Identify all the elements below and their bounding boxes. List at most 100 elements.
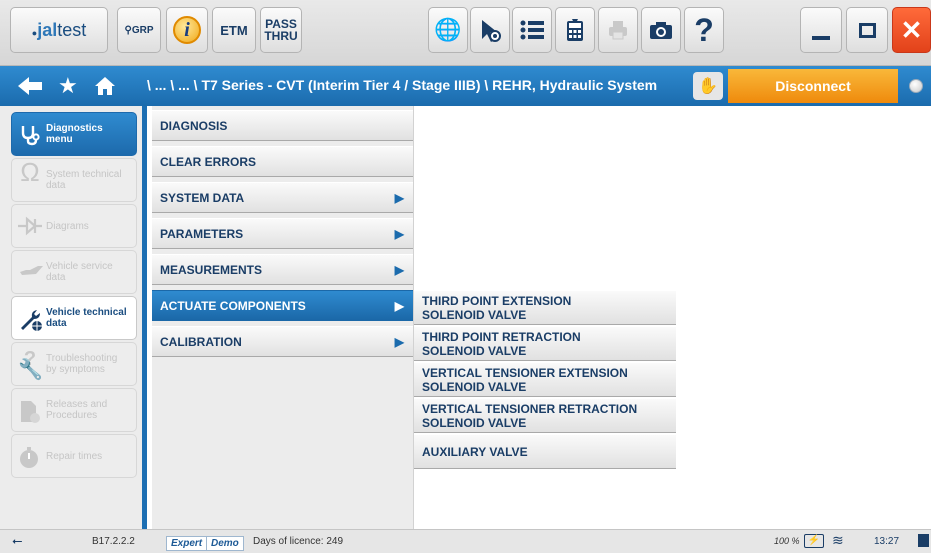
menu-item-actuate-components[interactable]: ACTUATE COMPONENTS ▶ [152, 290, 413, 321]
battery-level-label: 100 % [774, 536, 800, 546]
submenu-arrow-icon: ▶ [394, 191, 404, 205]
diagnostics-menu: DIAGNOSIS CLEAR ERRORS SYSTEM DATA ▶ PARA… [152, 106, 414, 529]
sidebar-item-troubleshooting[interactable]: ?🔧 Troubleshooting by symptoms [11, 342, 137, 386]
close-button[interactable]: ✕ [892, 7, 931, 53]
info-label: i [184, 18, 190, 41]
diode-icon [18, 216, 42, 238]
navigation-bar: ★ \ ... \ ... \ T7 Series - CVT (Interim… [0, 66, 931, 106]
sidebar-item-system-technical-data[interactable]: Ω System technical data [11, 158, 137, 202]
menu-item-label: MEASUREMENTS [160, 263, 263, 277]
connection-status-indicator [909, 79, 923, 93]
menu-item-clear-errors[interactable]: CLEAR ERRORS [152, 146, 413, 177]
sidebar-item-vehicle-service-data[interactable]: Vehicle service data [11, 250, 137, 294]
submenu-item-label: SOLENOID VALVE [422, 416, 527, 430]
stopwatch-icon [18, 446, 42, 468]
pass-thru-button[interactable]: PASS THRU [260, 7, 302, 53]
logo-bold-text: jal [37, 19, 58, 40]
status-bar: ⭠ B17.2.2.2 Expert Demo Days of licence:… [0, 529, 931, 553]
sidebar-item-vehicle-technical-data[interactable]: Vehicle technical data [11, 296, 137, 340]
remote-view-button[interactable] [470, 7, 510, 53]
minimize-button[interactable] [800, 7, 842, 53]
camera-icon [650, 22, 672, 39]
submenu-item-label: THIRD POINT EXTENSION [422, 294, 572, 308]
submenu-item-label: SOLENOID VALVE [422, 308, 527, 322]
submenu-arrow-icon: ▶ [394, 227, 404, 241]
sidebar-item-label: by symptoms [46, 364, 105, 375]
logo-text: test [57, 19, 87, 40]
licence-days-label: Days of licence: 249 [253, 536, 344, 547]
menu-item-label: CLEAR ERRORS [160, 155, 257, 169]
globe-icon: 🌐 [434, 17, 462, 42]
submenu-item-vertical-tensioner-retraction[interactable]: VERTICAL TENSIONER RETRACTION SOLENOID VA… [414, 398, 676, 433]
sidebar-item-label: Releases and [46, 399, 108, 410]
etm-button[interactable]: ETM [212, 7, 256, 53]
menu-item-system-data[interactable]: SYSTEM DATA ▶ [152, 182, 413, 213]
sidebar-item-releases-procedures[interactable]: Releases and Procedures [11, 388, 137, 432]
demo-badge: Demo [206, 536, 244, 551]
battery-charging-icon: ⚡ [804, 534, 824, 548]
sidebar-item-label: Diagrams [46, 220, 89, 232]
maximize-button[interactable] [846, 7, 888, 53]
sidebar-item-label: data [46, 318, 67, 329]
stethoscope-icon [18, 124, 42, 146]
menu-item-measurements[interactable]: MEASUREMENTS ▶ [152, 254, 413, 285]
sidebar-item-repair-times[interactable]: Repair times [11, 434, 137, 478]
help-label: ? [694, 11, 714, 48]
submenu-arrow-icon: ▶ [394, 263, 404, 277]
printer-icon [609, 21, 627, 40]
submenu-item-label: SOLENOID VALVE [422, 344, 527, 358]
usb-icon: ⭠ [12, 533, 23, 548]
sidebar-item-diagnostics-menu[interactable]: Diagnostics menu [11, 112, 137, 156]
sidebar-item-label: Repair times [46, 450, 103, 462]
info-icon: i [173, 16, 201, 44]
menu-item-diagnosis[interactable]: DIAGNOSIS [152, 110, 413, 141]
info-button[interactable]: i [166, 7, 208, 53]
jaltest-logo: ●jaltest [10, 7, 108, 53]
submenu-item-label: VERTICAL TENSIONER RETRACTION [422, 402, 638, 416]
submenu-item-vertical-tensioner-extension[interactable]: VERTICAL TENSIONER EXTENSION SOLENOID VAL… [414, 362, 676, 397]
sidebar-item-label: data [46, 272, 66, 283]
disconnect-button[interactable]: Disconnect [728, 69, 898, 103]
submenu-arrow-icon: ▶ [394, 299, 404, 313]
screenshot-button[interactable] [641, 7, 681, 53]
menu-item-calibration[interactable]: CALIBRATION ▶ [152, 326, 413, 357]
submenu-item-label: SOLENOID VALVE [422, 380, 527, 394]
submenu-item-third-point-extension[interactable]: THIRD POINT EXTENSION SOLENOID VALVE [414, 290, 676, 325]
menu-item-label: ACTUATE COMPONENTS [160, 299, 306, 313]
back-arrow-icon[interactable] [16, 75, 44, 102]
sidebar-divider [142, 106, 147, 529]
calculator-button[interactable] [555, 7, 595, 53]
grp-label: ⚲GRP [124, 24, 154, 36]
home-icon[interactable] [94, 75, 116, 102]
oil-can-icon [18, 262, 43, 284]
submenu-item-auxiliary-valve[interactable]: AUXILIARY VALVE [414, 434, 676, 469]
sidebar-item-label: Vehicle service [46, 261, 113, 272]
group-search-button[interactable]: ⚲GRP [117, 7, 161, 53]
favorites-star-icon[interactable]: ★ [58, 75, 78, 97]
menu-item-label: PARAMETERS [160, 227, 244, 241]
world-connect-button[interactable]: 🌐 [428, 7, 468, 53]
document-icon [18, 400, 42, 423]
sidebar-item-label: System technical [46, 169, 122, 180]
disconnect-label: Disconnect [775, 78, 851, 94]
print-button[interactable] [598, 7, 638, 53]
menu-item-label: SYSTEM DATA [160, 191, 245, 205]
sidebar-item-diagrams[interactable]: Diagrams [11, 204, 137, 248]
calendar-icon[interactable] [918, 534, 929, 547]
menu-item-parameters[interactable]: PARAMETERS ▶ [152, 218, 413, 249]
sidebar-item-label: data [46, 180, 66, 191]
clock-time: 13:27 [874, 536, 900, 547]
minimize-icon [812, 36, 830, 40]
help-button[interactable]: ? [684, 7, 724, 53]
maximize-icon [858, 22, 876, 38]
operator-button[interactable]: ✋ [693, 72, 723, 100]
list-button[interactable] [512, 7, 552, 53]
sidebar-item-label: Troubleshooting [46, 353, 118, 364]
hand-icon: ✋ [698, 78, 718, 95]
pass-thru-label-2: THRU [264, 29, 298, 43]
submenu-arrow-icon: ▶ [394, 335, 404, 349]
submenu-item-label: THIRD POINT RETRACTION [422, 330, 581, 344]
version-label: B17.2.2.2 [92, 536, 135, 547]
submenu-item-label: AUXILIARY VALVE [422, 445, 528, 459]
submenu-item-third-point-retraction[interactable]: THIRD POINT RETRACTION SOLENOID VALVE [414, 326, 676, 361]
